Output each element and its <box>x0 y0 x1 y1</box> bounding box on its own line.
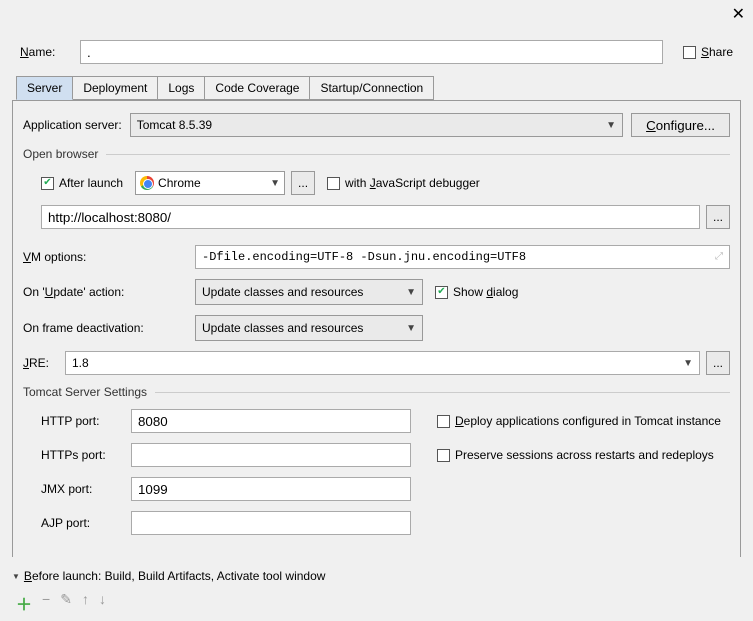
app-server-value: Tomcat 8.5.39 <box>137 118 212 132</box>
app-server-select[interactable]: Tomcat 8.5.39 ▼ <box>130 113 623 137</box>
tomcat-settings-section: Tomcat Server Settings <box>23 385 730 399</box>
frame-deactivation-label: On frame deactivation: <box>23 321 195 335</box>
show-dialog-checkbox[interactable]: ✔Show dialog <box>435 285 518 299</box>
app-server-label: Application server: <box>23 118 122 132</box>
browser-browse-button[interactable]: ... <box>291 171 315 195</box>
jmx-port-label: JMX port: <box>41 482 131 496</box>
tab-code-coverage[interactable]: Code Coverage <box>204 76 310 100</box>
chevron-down-icon: ▼ <box>683 358 693 369</box>
ajp-port-label: AJP port: <box>41 516 131 530</box>
tab-server[interactable]: Server <box>16 76 73 100</box>
js-debugger-checkbox[interactable]: with JavaScript debugger <box>327 176 480 190</box>
jre-browse-button[interactable]: ... <box>706 351 730 375</box>
before-launch-toggle[interactable]: ▼ Before launch: Build, Build Artifacts,… <box>12 569 741 583</box>
jmx-port-input[interactable] <box>131 477 411 501</box>
expand-icon[interactable]: ⤢ <box>715 251 723 263</box>
triangle-down-icon: ▼ <box>12 572 20 581</box>
down-icon[interactable]: ↓ <box>99 591 106 615</box>
tab-deployment[interactable]: Deployment <box>72 76 158 100</box>
name-input[interactable] <box>80 40 663 64</box>
tab-startup-connection[interactable]: Startup/Connection <box>309 76 434 100</box>
name-label: Name: <box>20 45 64 59</box>
chevron-down-icon: ▼ <box>270 178 280 189</box>
configure-button[interactable]: Configure... <box>631 113 730 137</box>
add-icon[interactable]: ＋ <box>16 591 32 615</box>
update-action-select[interactable]: Update classes and resources ▼ <box>195 279 423 305</box>
https-port-label: HTTPs port: <box>41 448 131 462</box>
update-action-label: On 'Update' action: <box>23 285 195 299</box>
chrome-icon <box>140 176 154 190</box>
http-port-label: HTTP port: <box>41 414 131 428</box>
url-input[interactable] <box>41 205 700 229</box>
edit-icon[interactable]: ✎ <box>60 591 72 615</box>
jre-select[interactable]: 1.8 ▼ <box>65 351 700 375</box>
chevron-down-icon: ▼ <box>406 287 416 298</box>
url-browse-button[interactable]: ... <box>706 205 730 229</box>
chevron-down-icon: ▼ <box>406 323 416 334</box>
close-icon[interactable]: ✕ <box>732 4 745 24</box>
open-browser-section: Open browser <box>23 147 730 161</box>
deploy-checkbox[interactable]: Deploy applications configured in Tomcat… <box>437 414 721 428</box>
frame-deactivation-select[interactable]: Update classes and resources ▼ <box>195 315 423 341</box>
jre-label: JRE: <box>23 356 57 370</box>
after-launch-checkbox[interactable]: ✔After launch <box>41 176 123 190</box>
http-port-input[interactable] <box>131 409 411 433</box>
share-checkbox[interactable]: Share <box>683 45 733 59</box>
chevron-down-icon: ▼ <box>606 120 616 131</box>
remove-icon[interactable]: − <box>42 591 50 615</box>
ajp-port-input[interactable] <box>131 511 411 535</box>
tab-logs[interactable]: Logs <box>157 76 205 100</box>
https-port-input[interactable] <box>131 443 411 467</box>
preserve-checkbox[interactable]: Preserve sessions across restarts and re… <box>437 448 714 462</box>
vm-options-label: VM options: <box>23 250 195 264</box>
browser-select[interactable]: Chrome ▼ <box>135 171 285 195</box>
vm-options-input[interactable]: -Dfile.encoding=UTF-8 -Dsun.jnu.encoding… <box>195 245 730 269</box>
up-icon[interactable]: ↑ <box>82 591 89 615</box>
